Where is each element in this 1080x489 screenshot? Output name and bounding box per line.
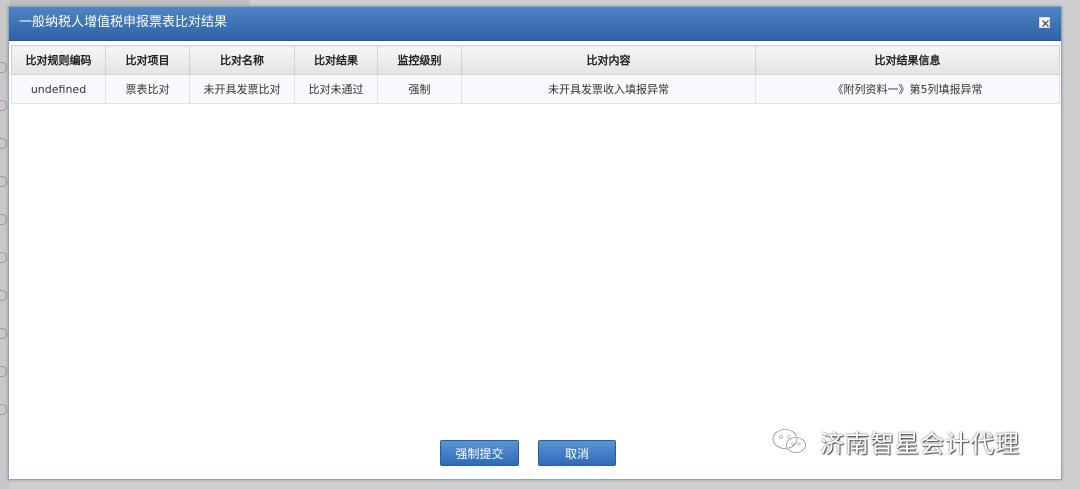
column-header[interactable]: 比对规则编码 [11, 45, 106, 75]
column-header[interactable]: 比对名称 [189, 45, 295, 75]
dialog-title: 一般纳税人增值税申报票表比对结果 [19, 15, 228, 30]
table-cell-result: 比对未通过 [294, 74, 378, 104]
background-mark [0, 366, 7, 377]
background-mark [0, 176, 7, 187]
table-cell-level: 强制 [377, 74, 462, 104]
table-cell-info: 《附列资料一》第5列填报异常 [755, 74, 1060, 104]
background-mark [0, 100, 7, 111]
watermark-text: 济南智星会计代理 [820, 429, 1020, 458]
compare-result-dialog: 一般纳税人增值税申报票表比对结果 比对规则编码 比对项目 比对名称 比对结果 监… [8, 6, 1062, 480]
background-mark [0, 404, 7, 415]
column-header[interactable]: 比对项目 [105, 45, 190, 75]
column-header[interactable]: 监控级别 [377, 45, 462, 75]
cancel-button[interactable]: 取消 [538, 440, 616, 466]
table-cell-rule-code: undefined [11, 74, 106, 104]
table-cell-content: 未开具发票收入填报异常 [461, 74, 756, 104]
background-mark [0, 214, 7, 225]
table-cell-name: 未开具发票比对 [189, 74, 295, 104]
result-table-container: 比对规则编码 比对项目 比对名称 比对结果 监控级别 比对内容 比对结果信息 u… [11, 45, 1060, 104]
force-submit-button[interactable]: 强制提交 [440, 440, 519, 466]
background-mark [0, 62, 7, 73]
dialog-title-bar[interactable]: 一般纳税人增值税申报票表比对结果 [9, 7, 1061, 41]
background-mark [0, 328, 7, 339]
table-header-row: 比对规则编码 比对项目 比对名称 比对结果 监控级别 比对内容 比对结果信息 [11, 45, 1060, 75]
table-row[interactable]: undefined 票表比对 未开具发票比对 比对未通过 强制 未开具发票收入填… [11, 74, 1060, 104]
background-mark [0, 138, 7, 149]
table-cell-item: 票表比对 [105, 74, 190, 104]
result-table: 比对规则编码 比对项目 比对名称 比对结果 监控级别 比对内容 比对结果信息 u… [11, 45, 1060, 104]
column-header[interactable]: 比对结果信息 [755, 45, 1060, 75]
background-mark [0, 252, 7, 263]
wechat-icon [770, 426, 810, 456]
background-mark [0, 290, 7, 301]
watermark: 济南智星会计代理 [770, 424, 1020, 458]
close-icon[interactable] [1039, 17, 1050, 28]
background-right-strip [1068, 0, 1080, 489]
column-header[interactable]: 比对结果 [294, 45, 378, 75]
column-header[interactable]: 比对内容 [461, 45, 756, 75]
